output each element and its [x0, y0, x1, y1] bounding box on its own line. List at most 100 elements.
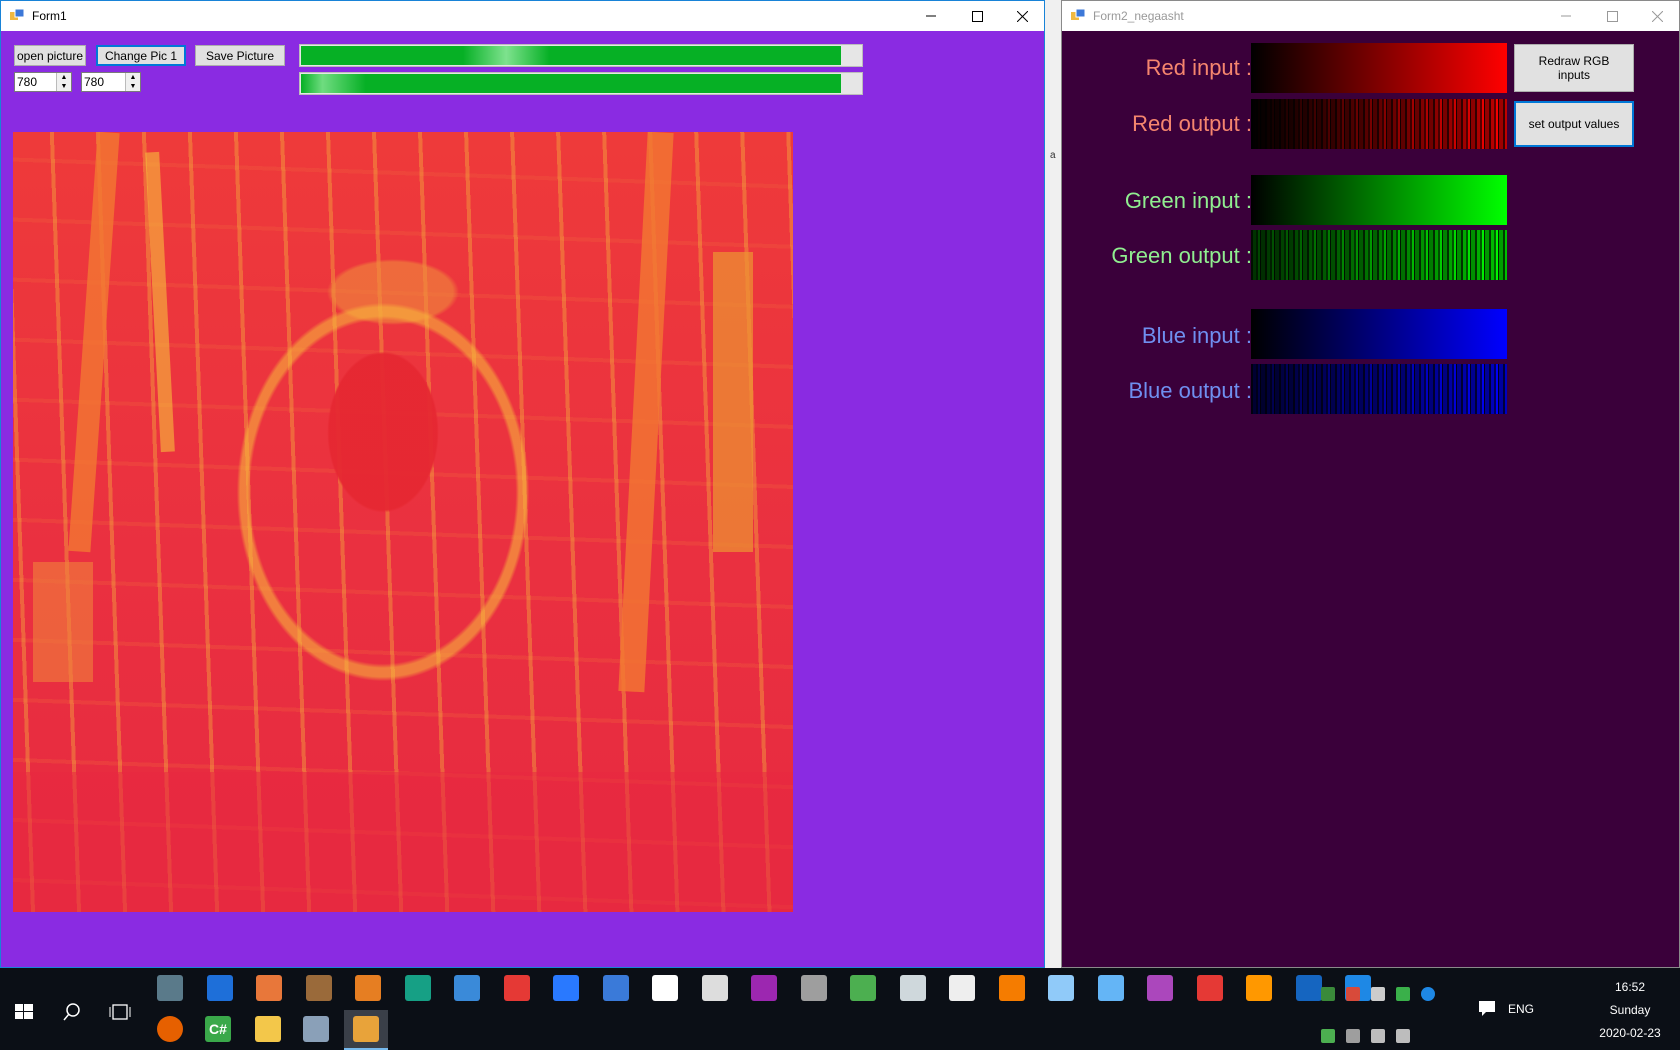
green-input-label: Green input :: [1124, 188, 1252, 213]
blue-output-label: Blue output :: [1128, 378, 1252, 403]
firefox-icon[interactable]: [157, 1016, 183, 1042]
form2-title: Form2_negaasht: [1093, 9, 1184, 23]
tray-app-icon[interactable]: [1321, 987, 1335, 1001]
form2-client-area: Red input : Red output : Green input : G…: [1062, 31, 1679, 967]
save-picture-button[interactable]: Save Picture: [195, 45, 285, 66]
task-view-icon[interactable]: [109, 1003, 131, 1021]
app-icon[interactable]: [850, 975, 876, 1001]
tray-app-icon[interactable]: [1346, 987, 1360, 1001]
close-button[interactable]: [999, 1, 1045, 31]
maximize-button[interactable]: [1589, 1, 1635, 31]
height-value: 780: [84, 75, 105, 89]
app-icon[interactable]: [800, 975, 827, 1001]
folder-icon[interactable]: [255, 1016, 281, 1042]
app-icon[interactable]: [454, 975, 480, 1001]
height-spinner[interactable]: ▲ ▼: [125, 73, 140, 91]
app-icon[interactable]: [206, 975, 233, 1001]
minimize-button[interactable]: [1543, 1, 1589, 31]
maximize-button[interactable]: [954, 1, 1000, 31]
volume-icon[interactable]: [1396, 1029, 1410, 1043]
search-icon[interactable]: [62, 1002, 82, 1022]
notification-icon[interactable]: [1478, 1000, 1496, 1016]
tray-app-icon[interactable]: [1396, 987, 1410, 1001]
width-spinner[interactable]: ▲ ▼: [56, 73, 71, 91]
tray-app-icon[interactable]: [1371, 987, 1385, 1001]
red-output-strip: [1251, 99, 1507, 149]
form-app-icon: [10, 9, 24, 20]
app-icon[interactable]: [1048, 975, 1074, 1001]
strip-letter: a: [1050, 150, 1056, 161]
spin-down-icon[interactable]: ▼: [57, 82, 71, 91]
app-icon[interactable]: [503, 975, 530, 1001]
picture-box: [13, 132, 793, 912]
open-picture-button[interactable]: open picture: [14, 45, 86, 66]
blue-input-label: Blue input :: [1141, 323, 1252, 348]
e-browser-icon[interactable]: [404, 975, 431, 1001]
piano-icon[interactable]: [998, 975, 1025, 1001]
app-icon[interactable]: [303, 1016, 329, 1042]
form1-client-area: open picture Change Pic 1 Save Picture 7…: [1, 31, 1044, 967]
app-icon[interactable]: [1246, 975, 1272, 1001]
form1-window[interactable]: Form1 open picture Change Pic 1 Save Pic…: [0, 0, 1045, 968]
minimize-button[interactable]: [908, 1, 954, 31]
form-app-icon[interactable]: [353, 1016, 379, 1042]
app-icon[interactable]: [751, 975, 777, 1001]
form2-titlebar[interactable]: Form2_negaasht: [1062, 1, 1679, 32]
app-icon[interactable]: [256, 975, 282, 1001]
form-app-icon: [1071, 9, 1085, 20]
clock-day[interactable]: Sunday: [1590, 1003, 1670, 1017]
csharp-icon[interactable]: C#: [205, 1016, 231, 1042]
width-numeric-input[interactable]: 780 ▲ ▼: [14, 72, 72, 92]
app-icon[interactable]: [157, 975, 183, 1001]
picture-texture: [13, 772, 793, 912]
picture-texture: [618, 132, 674, 693]
app-icon[interactable]: [1097, 975, 1124, 1001]
spin-up-icon[interactable]: ▲: [57, 73, 71, 82]
app-icon[interactable]: [1147, 975, 1173, 1001]
set-output-values-button[interactable]: set output values: [1514, 101, 1634, 147]
close-button[interactable]: [1634, 1, 1680, 31]
picture-texture: [713, 252, 753, 552]
progress-fill-2: [301, 74, 841, 93]
app-icon[interactable]: [899, 975, 926, 1001]
background-window-strip: a: [1045, 0, 1061, 968]
blue-input-gradient: [1251, 309, 1507, 359]
app-icon[interactable]: [949, 975, 975, 1001]
clock-date[interactable]: 2020-02-23: [1590, 1026, 1670, 1040]
network-icon[interactable]: [1371, 1029, 1385, 1043]
system-tray: ENG 16:52 Sunday 2020-02-23: [1310, 968, 1670, 1050]
windows-start-icon[interactable]: [10, 998, 38, 1026]
calculator-icon[interactable]: [701, 975, 728, 1001]
red-input-gradient: [1251, 43, 1507, 93]
clock-time[interactable]: 16:52: [1590, 980, 1670, 994]
picture-texture: [33, 562, 93, 682]
app-icon[interactable]: [1196, 975, 1223, 1001]
app-icon[interactable]: [553, 975, 579, 1001]
app-icon[interactable]: [305, 975, 332, 1001]
green-output-label: Green output :: [1111, 243, 1252, 268]
form1-titlebar[interactable]: Form1: [1, 1, 1044, 32]
progress-bar-1: [299, 44, 863, 67]
redraw-rgb-inputs-button[interactable]: Redraw RGB inputs: [1514, 44, 1634, 92]
green-output-strip: [1251, 230, 1507, 280]
change-pic-button[interactable]: Change Pic 1: [96, 45, 186, 66]
progress-bar-2: [299, 72, 863, 95]
cloud-icon[interactable]: [1346, 1029, 1360, 1043]
document-icon[interactable]: [652, 975, 678, 1001]
info-icon[interactable]: [1421, 987, 1435, 1001]
red-output-label: Red output :: [1132, 111, 1252, 136]
picture-texture: [68, 132, 120, 553]
app-icon[interactable]: [355, 975, 381, 1001]
green-input-gradient: [1251, 175, 1507, 225]
language-indicator[interactable]: ENG: [1508, 1002, 1534, 1016]
red-input-label: Red input :: [1145, 55, 1252, 80]
picture-texture: [145, 151, 175, 453]
spin-up-icon[interactable]: ▲: [126, 73, 140, 82]
tray-app-icon[interactable]: [1321, 1029, 1335, 1043]
spin-down-icon[interactable]: ▼: [126, 82, 140, 91]
form2-window[interactable]: Form2_negaasht Red input : Red output : …: [1061, 0, 1680, 968]
app-icon[interactable]: [602, 975, 629, 1001]
form1-title: Form1: [32, 9, 67, 23]
height-numeric-input[interactable]: 780 ▲ ▼: [81, 72, 141, 92]
taskbar: C# ENG 16:52 Sunday 2020-02-23: [0, 968, 1680, 1050]
